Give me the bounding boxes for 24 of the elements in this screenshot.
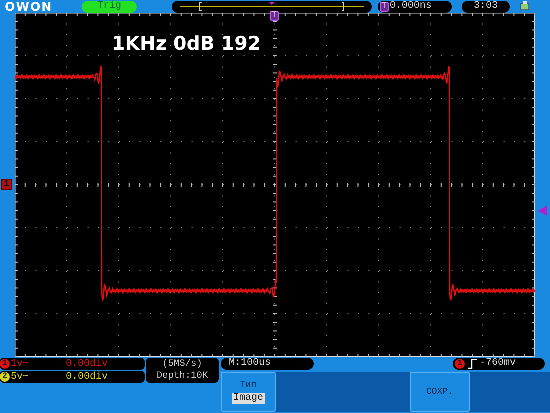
trigger-time-marker: T [380,2,389,12]
channel-number: 1 [0,359,10,369]
signal-caption: 1KHz 0dB 192 [112,33,262,55]
clock: 3:03 [462,0,510,12]
usb-icon [520,1,530,12]
trigger-level-marker-icon [538,206,547,216]
channel-marker: 1 [1,179,12,190]
sample-rate: (5MS/s) [162,358,202,370]
timebase: M:100us [221,358,314,370]
channel-offset: 0.00div [66,372,108,382]
trigger-position-marker: T [270,11,279,21]
trigger-status: Trig [82,0,137,12]
channel-scale: 1v~ [11,358,30,370]
type-menu-button[interactable]: Тип Image [221,372,276,412]
logo: OWON [5,0,54,12]
trigger-time: 0.000ns [390,0,432,12]
channel-scale: 5v~ [11,372,30,382]
memory-depth: Depth:10K [156,370,208,382]
rising-edge-icon [468,359,477,369]
trigger-channel: 1 [455,359,465,369]
channel-offset: 0.00div [66,358,108,370]
trigger-level: -760mv [480,358,516,370]
channel-number: 2 [0,372,10,382]
save-menu-button[interactable]: СОХР. [410,372,470,412]
